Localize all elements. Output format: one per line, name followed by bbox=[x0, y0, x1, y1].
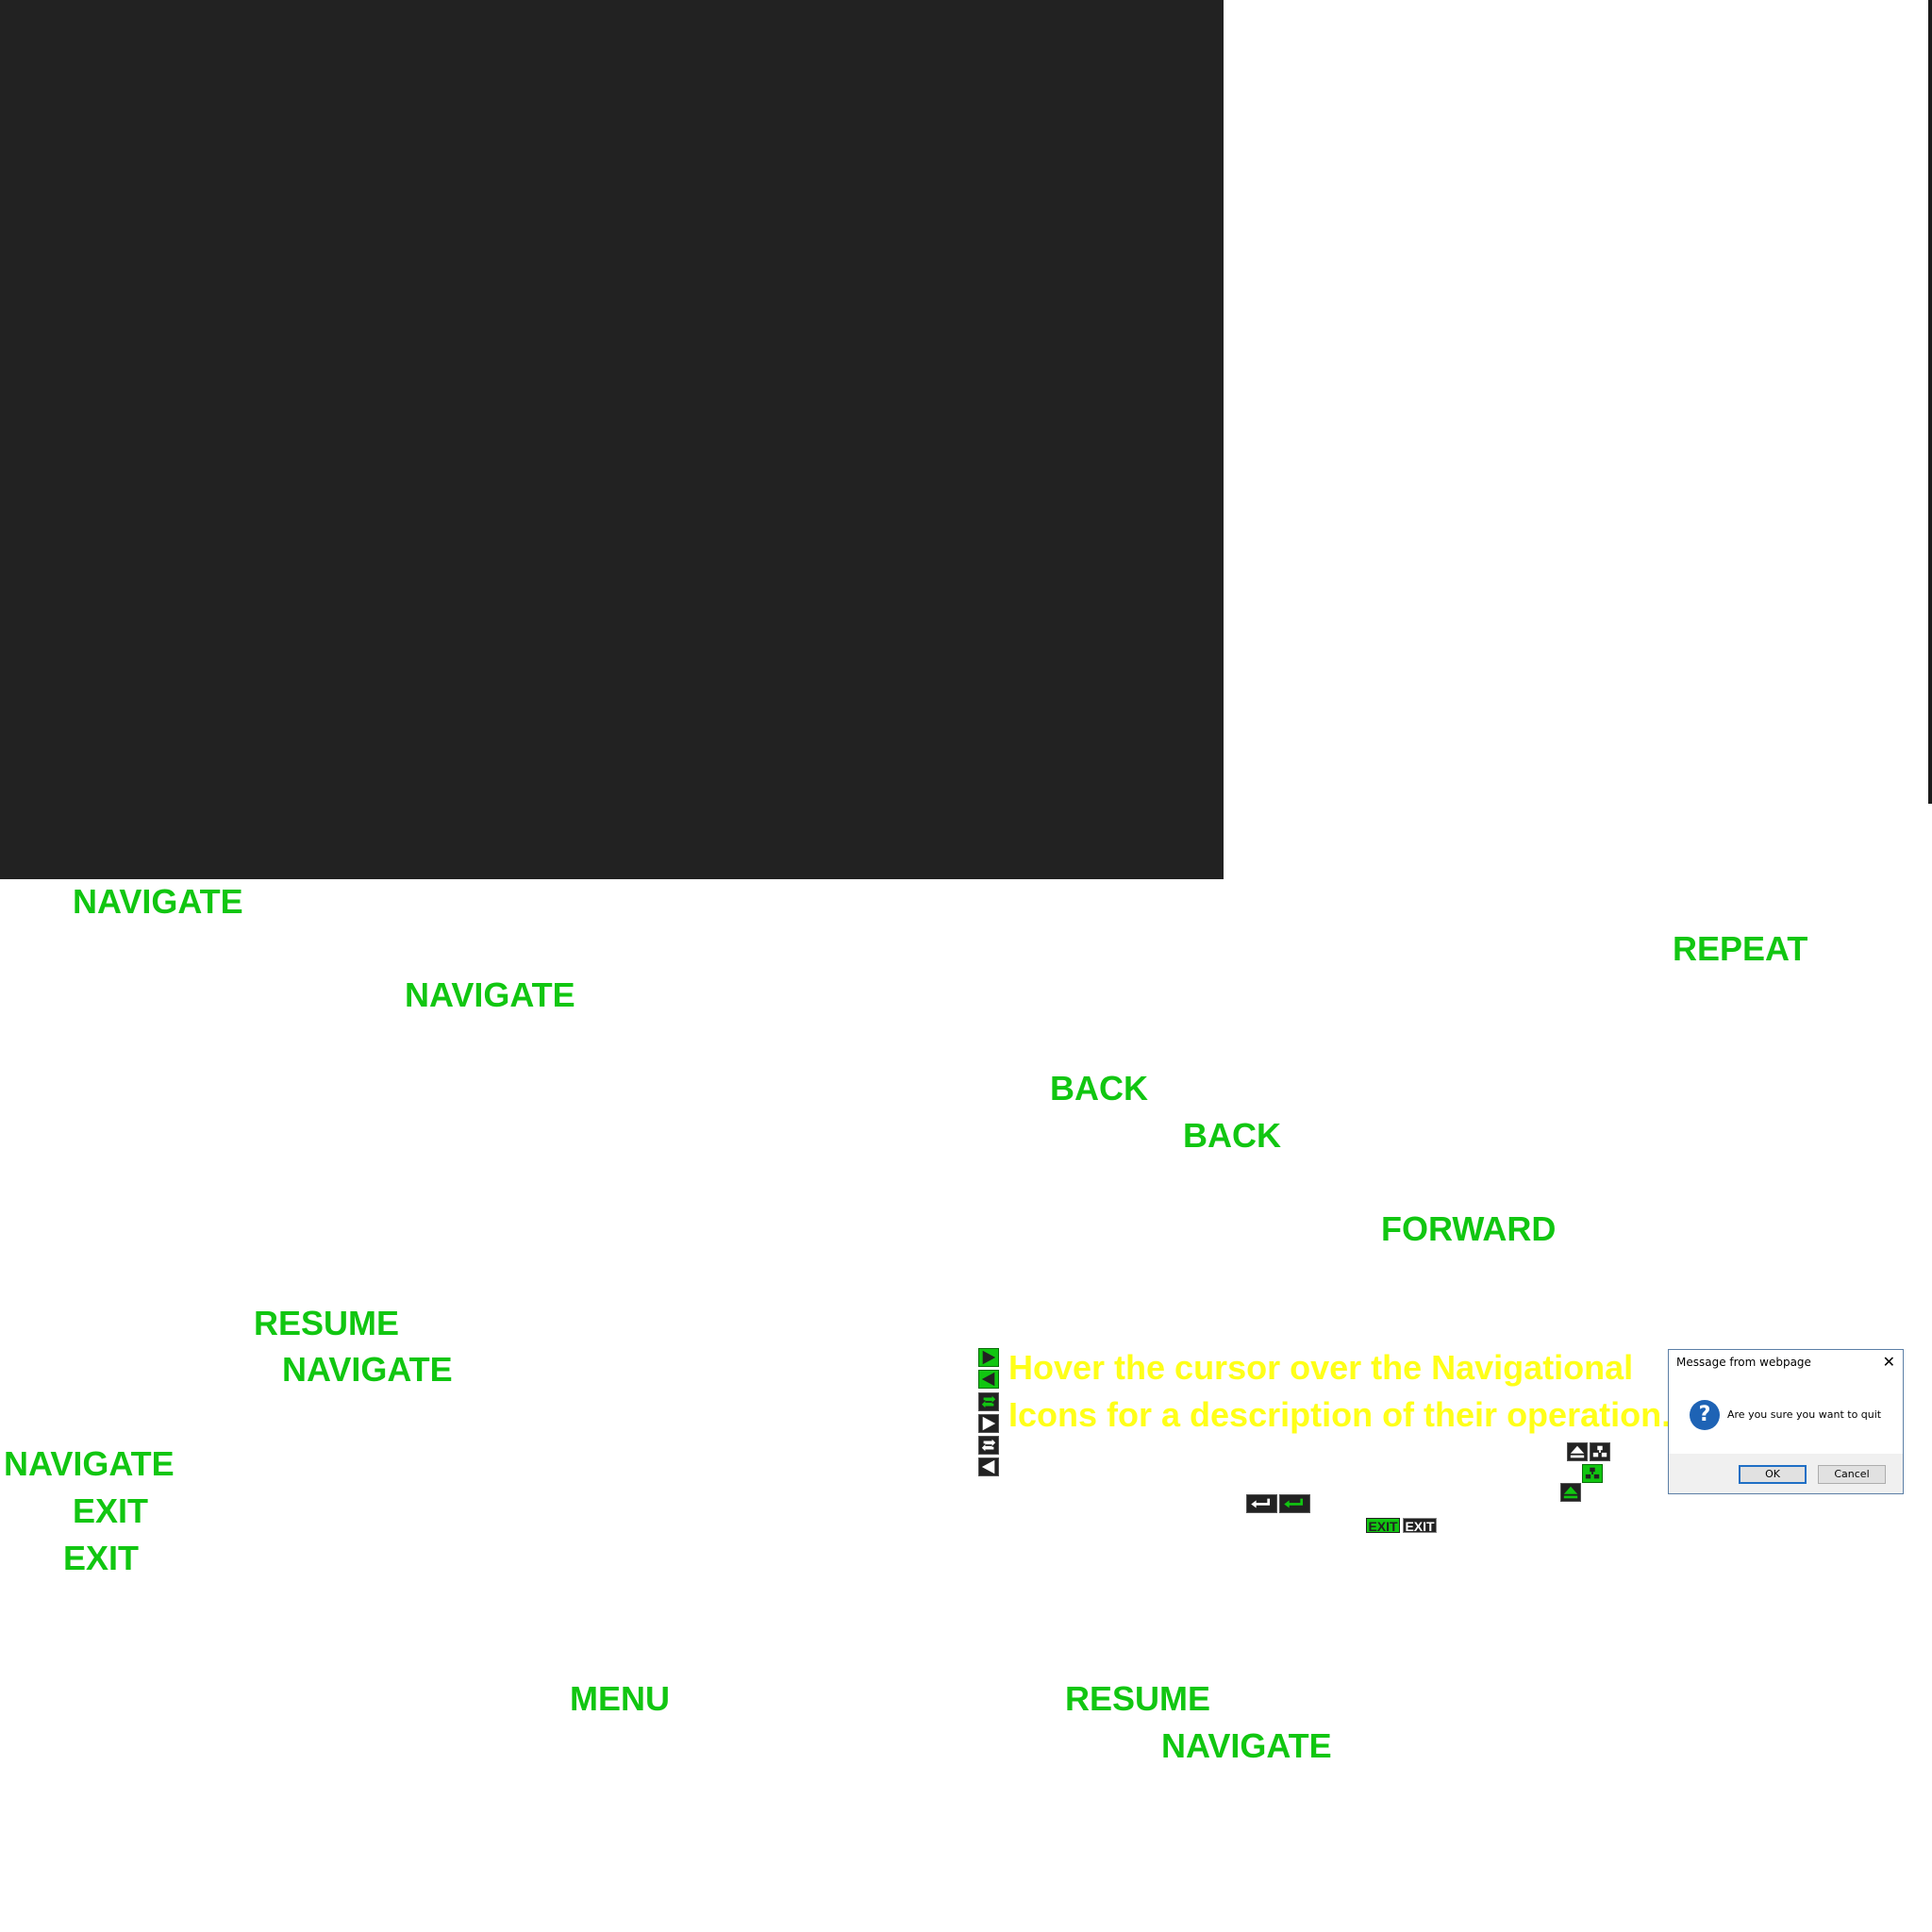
menu-icon[interactable] bbox=[1582, 1464, 1603, 1483]
resume-label[interactable]: RESUME bbox=[254, 1304, 399, 1343]
forward-icon[interactable] bbox=[978, 1348, 999, 1367]
dialog-footer: OK Cancel bbox=[1669, 1454, 1903, 1493]
hover-hint-line1: Hover the cursor over the Navigational bbox=[1008, 1348, 1634, 1387]
exit-button[interactable]: EXIT bbox=[1403, 1518, 1437, 1534]
navigate-label[interactable]: NAVIGATE bbox=[1161, 1726, 1332, 1766]
return-icon[interactable] bbox=[1279, 1494, 1310, 1513]
confirm-dialog: Message from webpage ✕ ? Are you sure yo… bbox=[1668, 1349, 1904, 1494]
menu-label[interactable]: MENU bbox=[570, 1679, 670, 1719]
question-icon: ? bbox=[1690, 1400, 1720, 1430]
back-icon[interactable] bbox=[978, 1457, 999, 1476]
eject-icon[interactable] bbox=[1560, 1483, 1581, 1502]
menu-icon[interactable] bbox=[1590, 1442, 1610, 1461]
repeat-label[interactable]: REPEAT bbox=[1673, 929, 1807, 969]
navigate-label[interactable]: NAVIGATE bbox=[73, 882, 243, 922]
navigate-label[interactable]: NAVIGATE bbox=[405, 975, 575, 1015]
cancel-button[interactable]: Cancel bbox=[1818, 1465, 1886, 1484]
eject-icon[interactable] bbox=[1567, 1442, 1588, 1461]
back-icon[interactable] bbox=[978, 1370, 999, 1389]
exit-label[interactable]: EXIT bbox=[63, 1539, 139, 1578]
navigate-label[interactable]: NAVIGATE bbox=[4, 1444, 175, 1484]
exit-button[interactable]: EXIT bbox=[1366, 1518, 1400, 1534]
back-label[interactable]: BACK bbox=[1050, 1069, 1148, 1108]
repeat-icon[interactable] bbox=[978, 1392, 999, 1411]
dialog-title: Message from webpage bbox=[1676, 1356, 1811, 1369]
ok-button[interactable]: OK bbox=[1739, 1465, 1807, 1484]
repeat-icon[interactable] bbox=[978, 1436, 999, 1455]
navigate-label[interactable]: NAVIGATE bbox=[282, 1350, 453, 1390]
forward-label[interactable]: FORWARD bbox=[1381, 1209, 1556, 1249]
dialog-message: Are you sure you want to quit bbox=[1727, 1408, 1882, 1421]
exit-label[interactable]: EXIT bbox=[73, 1491, 148, 1531]
resume-label[interactable]: RESUME bbox=[1065, 1679, 1210, 1719]
back-label[interactable]: BACK bbox=[1183, 1116, 1281, 1156]
close-icon[interactable]: ✕ bbox=[1883, 1353, 1895, 1371]
return-icon[interactable] bbox=[1246, 1494, 1277, 1513]
forward-icon[interactable] bbox=[978, 1414, 999, 1433]
content-stage bbox=[0, 0, 1224, 879]
hover-hint: Hover the cursor over the Navigational I… bbox=[1008, 1344, 1671, 1439]
hover-hint-line2: Icons for a description of their operati… bbox=[1008, 1395, 1672, 1434]
scrollbar[interactable] bbox=[1928, 0, 1932, 804]
